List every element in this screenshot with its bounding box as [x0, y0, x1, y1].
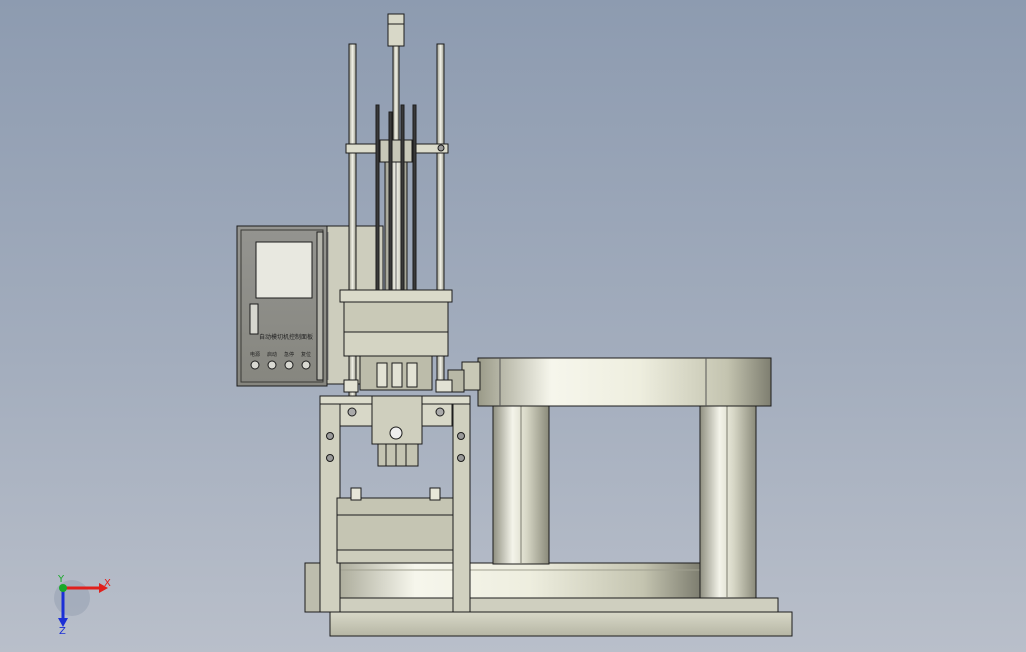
panel-button-label-3: 急停 [284, 351, 294, 358]
cylinder-cap [387, 13, 405, 47]
panel-button-label-4: 复位 [301, 351, 311, 358]
panel-title: 自动模切机控制面板 [259, 333, 313, 341]
punch-head [339, 395, 453, 467]
upper-ring [447, 357, 772, 407]
z-axis-label: Z [59, 626, 66, 637]
panel-button-4 [301, 360, 311, 370]
panel-button-3 [284, 360, 294, 370]
base-plate-upper [319, 597, 779, 613]
machine-drawing: 自动模切机控制面板 电源 启动 急停 复位 X Y Z [54, 13, 793, 637]
panel-button-2 [267, 360, 277, 370]
panel-button-label-1: 电源 [250, 351, 260, 358]
panel-screen [255, 241, 313, 299]
column-right [699, 403, 757, 599]
main-cylinder [379, 13, 413, 304]
base-plate-lower [329, 611, 793, 637]
y-axis-label: Y [57, 574, 65, 585]
y-axis-marker [59, 584, 67, 592]
panel-button-label-2: 启动 [267, 351, 277, 358]
bottom-ring [319, 562, 701, 599]
cad-viewport[interactable]: 自动模切机控制面板 电源 启动 急停 复位 X Y Z [0, 0, 1026, 652]
panel-button-1 [250, 360, 260, 370]
control-panel [236, 225, 328, 387]
x-axis-label: X [104, 578, 111, 589]
panel-handle [249, 303, 259, 335]
axis-triad-icon [54, 580, 108, 627]
